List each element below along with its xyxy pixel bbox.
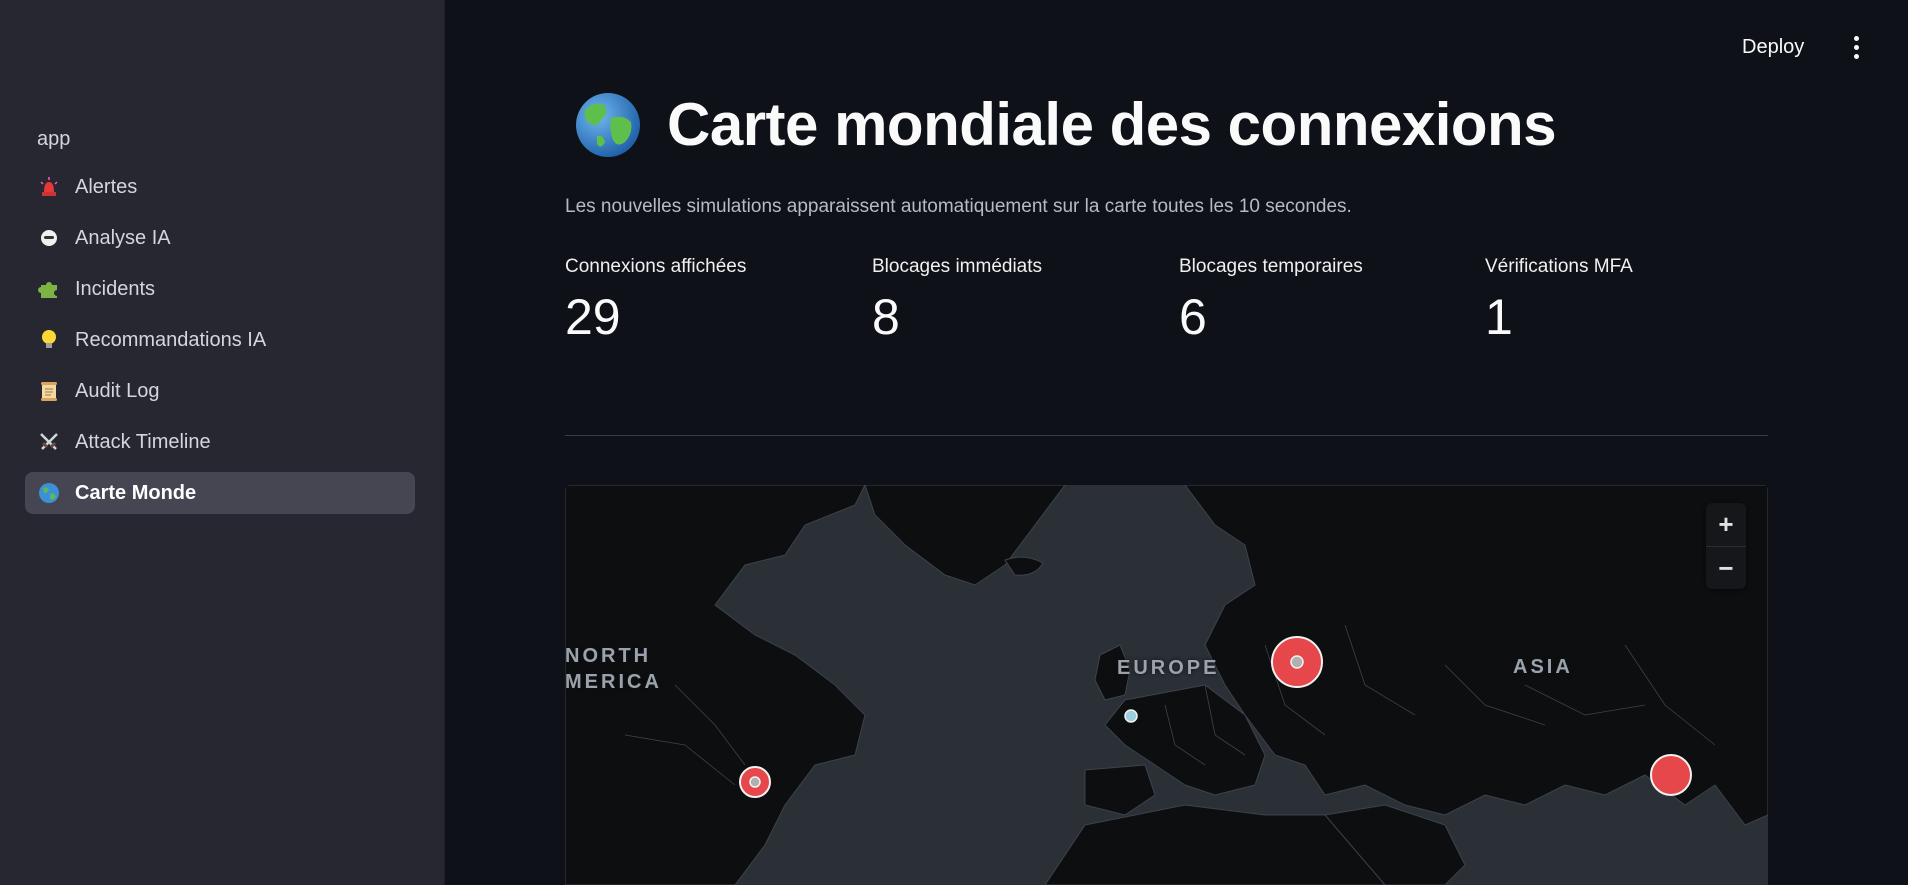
divider [565,435,1768,436]
metric-label: Connexions affichées [565,256,747,277]
map-label-north-america: MERICA [565,671,662,693]
metric-value: 29 [565,289,621,345]
page-title-text: Carte mondiale des connexions [667,91,1557,158]
sidebar-item-label: Incidents [75,277,156,300]
sidebar-item-recommandations-ia[interactable]: Recommandations IA [25,319,415,361]
sidebar-item-analyse-ia[interactable]: Analyse IA [25,217,415,259]
map-label-europe: EUROPE [1117,657,1220,679]
crossed-swords-icon [37,430,61,454]
sidebar-app-label: app [37,128,71,150]
map-label-asia: ASIA [1513,656,1573,678]
sidebar-item-audit-log[interactable]: Audit Log [25,370,415,412]
map-zoom-control: + − [1706,503,1746,589]
rotating-light-icon [37,175,61,199]
light-bulb-icon [37,328,61,352]
sidebar-item-carte-monde[interactable]: Carte Monde [25,472,415,514]
globe-icon [576,92,640,157]
globe-icon [37,481,61,505]
sidebar-item-label: Audit Log [75,379,160,402]
metric-blocages-immediats: Blocages immédiats 8 [872,256,1162,346]
map-land-layer [565,485,1768,885]
metric-connexions: Connexions affichées 29 [565,256,855,346]
world-map[interactable]: NORTH MERICA EUROPE ASIA + − [565,485,1768,885]
metric-value: 1 [1485,289,1513,345]
metric-label: Vérifications MFA [1485,256,1633,277]
main-menu-icon[interactable] [1846,30,1866,64]
metric-verifications-mfa: Vérifications MFA 1 [1485,256,1775,346]
sidebar: app Alertes Analyse IA Incidents Recomma… [0,0,445,885]
sidebar-nav: Alertes Analyse IA Incidents Recommandat… [25,166,415,523]
zoom-out-button[interactable]: − [1706,547,1746,590]
puzzle-piece-icon [37,277,61,301]
metric-value: 8 [872,289,900,345]
metric-blocages-temporaires: Blocages temporaires 6 [1179,256,1469,346]
sidebar-item-label: Analyse IA [75,226,171,249]
sidebar-item-attack-timeline[interactable]: Attack Timeline [25,421,415,463]
metric-label: Blocages immédiats [872,256,1043,277]
sidebar-item-label: Alertes [75,175,138,198]
scroll-icon [37,379,61,403]
sidebar-item-label: Carte Monde [75,481,197,504]
metric-label: Blocages temporaires [1179,256,1363,277]
metric-value: 6 [1179,289,1207,345]
sidebar-item-incidents[interactable]: Incidents [25,268,415,310]
page-title: Carte mondiale des connexions [575,90,1557,159]
zoom-in-button[interactable]: + [1706,503,1746,547]
face-icon [37,226,61,250]
caption: Les nouvelles simulations apparaissent a… [565,196,1352,217]
sidebar-item-label: Recommandations IA [75,328,267,351]
deploy-button[interactable]: Deploy [1742,30,1804,64]
sidebar-item-label: Attack Timeline [75,430,211,453]
sidebar-item-alertes[interactable]: Alertes [25,166,415,208]
map-label-north-america: NORTH [565,645,652,667]
